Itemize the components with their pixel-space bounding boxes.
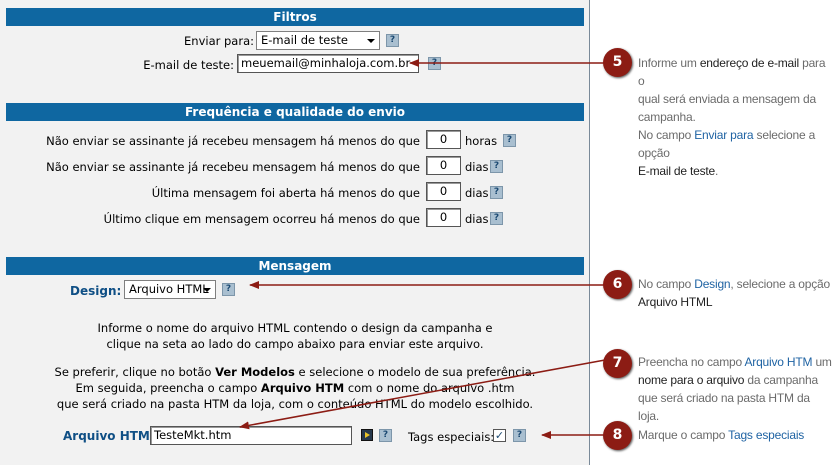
help-icon[interactable]: ? xyxy=(503,134,516,147)
info-line: clique na seta ao lado do campo abaixo p… xyxy=(106,337,484,351)
callout-8-badge: 8 xyxy=(603,421,632,450)
freq-dias-aberta-input[interactable]: 0 xyxy=(426,182,461,201)
enviar-para-label: Enviar para: xyxy=(184,34,254,48)
design-select[interactable]: Arquivo HTML xyxy=(124,280,216,299)
freq-unit-label: dias xyxy=(465,160,489,174)
tags-especiais-label: Tags especiais: xyxy=(408,430,495,444)
pref-line: que será criado na pasta HTM da loja, co… xyxy=(56,397,534,411)
arquivo-htm-input[interactable]: TesteMkt.htm xyxy=(150,426,352,445)
help-icon[interactable]: ? xyxy=(379,429,392,442)
chevron-down-icon xyxy=(367,39,375,43)
help-icon[interactable]: ? xyxy=(386,34,399,47)
upload-arrow-icon[interactable] xyxy=(361,429,373,441)
callout-7-text: Preencha no campo Arquivo HTM um nome pa… xyxy=(638,355,832,423)
help-icon[interactable]: ? xyxy=(490,186,503,199)
design-label: Design: xyxy=(70,284,122,298)
help-icon[interactable]: ? xyxy=(513,429,526,442)
pref-line: Em seguida, preencha o campo Arquivo HTM… xyxy=(75,381,515,395)
callout-8-text: Marque o campo Tags especiais xyxy=(638,428,805,442)
freq-dias-clique-input[interactable]: 0 xyxy=(426,208,461,227)
arquivo-htm-text: Arquivo HTM xyxy=(260,381,345,395)
chevron-down-icon xyxy=(203,288,211,292)
enviar-para-value: E-mail de teste xyxy=(261,33,348,47)
freq-unit-label: dias xyxy=(465,186,489,200)
info-line: Informe o nome do arquivo HTML contendo … xyxy=(97,321,493,335)
tags-especiais-checkbox[interactable]: ✓ xyxy=(493,429,506,442)
filtros-header: Filtros xyxy=(6,8,584,26)
arquivo-htm-label: Arquivo HTM: xyxy=(63,429,155,443)
design-value: Arquivo HTML xyxy=(129,282,209,296)
email-teste-input[interactable]: meuemail@minhaloja.com.br xyxy=(237,54,419,73)
callout-5-badge: 5 xyxy=(603,48,632,77)
freq-row-label: Último clique em mensagem ocorreu há men… xyxy=(103,212,420,226)
help-icon[interactable]: ? xyxy=(490,160,503,173)
help-icon[interactable]: ? xyxy=(490,212,503,225)
callout-5-text: Informe um endereço de e-mail para o qua… xyxy=(638,56,826,178)
freq-row-label: Não enviar se assinante já recebeu mensa… xyxy=(46,160,420,174)
freq-dias-recebeu-input[interactable]: 0 xyxy=(426,156,461,175)
freq-horas-input[interactable]: 0 xyxy=(426,130,461,149)
frequencia-header: Frequência e qualidade do envio xyxy=(6,103,584,121)
freq-unit-label: dias xyxy=(465,212,489,226)
callout-6-text: No campo Design, selecione a opção Arqui… xyxy=(638,277,830,309)
ver-modelos-text: Ver Modelos xyxy=(215,365,295,379)
mensagem-header: Mensagem xyxy=(6,257,584,275)
form-panel: Filtros Enviar para: E-mail de teste ? E… xyxy=(0,0,590,465)
pref-paragraph: Se preferir, clique no botão Ver Modelos… xyxy=(20,364,570,412)
callout-7-badge: 7 xyxy=(603,349,632,378)
pref-line: Se preferir, clique no botão Ver Modelos… xyxy=(54,365,536,379)
help-icon[interactable]: ? xyxy=(428,57,441,70)
info-paragraph: Informe o nome do arquivo HTML contendo … xyxy=(40,320,550,352)
freq-unit-label: horas xyxy=(465,134,498,148)
callout-6-badge: 6 xyxy=(603,270,632,299)
email-teste-label: E-mail de teste: xyxy=(143,58,234,72)
enviar-para-select[interactable]: E-mail de teste xyxy=(256,31,380,50)
help-icon[interactable]: ? xyxy=(222,283,235,296)
freq-row-label: Não enviar se assinante já recebeu mensa… xyxy=(46,134,420,148)
freq-row-label: Última mensagem foi aberta há menos do q… xyxy=(151,186,420,200)
